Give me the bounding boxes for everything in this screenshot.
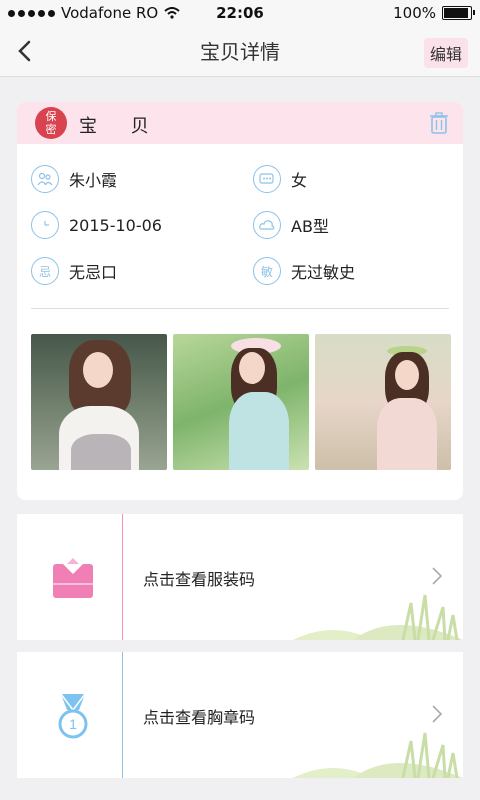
allergy-row: 敏 无过敏史 [253,254,355,288]
badge-code-row[interactable]: 1 点击查看胸章码 [17,652,463,778]
birthday-value: 2015-10-06 [69,215,162,235]
clothing-code-label: 点击查看服装码 [143,570,256,589]
clothing-icon [53,558,93,598]
accent-line-blue [122,652,123,778]
profile-header: 保密 宝 贝 [17,102,463,144]
badge-medal-icon: 1 [58,693,88,739]
clothing-code-row[interactable]: 点击查看服装码 [17,514,463,640]
gender-icon [253,165,281,193]
parent-name: 朱小霞 [69,171,118,190]
chevron-right-icon [432,705,443,723]
allergy-value: 无过敏史 [291,263,356,282]
diet-row: 忌 无忌口 [31,254,117,288]
divider [31,308,449,309]
parents-icon [31,165,59,193]
baby-name: 宝 贝 [79,116,163,137]
grass-decoration [293,594,463,640]
trash-icon[interactable] [429,112,449,134]
parent-row: 朱小霞 [31,162,117,196]
battery-group: 100% [393,4,475,22]
nav-bar: 宝贝详情 编辑 [0,26,480,77]
photo-3[interactable] [315,334,451,470]
baby-profile-card: 保密 宝 贝 朱小霞 女 2015-10-06 AB型 忌 无忌口 敏 无过敏史 [17,102,463,500]
blood-type-row: AB型 [253,208,329,242]
battery-percent: 100% [393,4,436,22]
secret-seal-icon: 保密 [35,107,67,139]
gender-value: 女 [291,171,308,190]
edit-button[interactable]: 编辑 [423,38,468,68]
chevron-right-icon [432,567,443,585]
photo-gallery [31,334,451,470]
allergy-icon: 敏 [253,257,281,285]
blood-type-icon [253,211,281,239]
diet-value: 无忌口 [69,263,118,282]
grass-decoration [293,732,463,778]
status-bar: Vodafone RO 22:06 100% [0,0,480,26]
blood-type-value: AB型 [291,217,329,236]
avoid-icon: 忌 [31,257,59,285]
clock-icon [31,211,59,239]
birthday-row: 2015-10-06 [31,208,162,242]
photo-1[interactable] [31,334,167,470]
badge-code-label: 点击查看胸章码 [143,708,256,727]
photo-2[interactable] [173,334,309,470]
svg-text:1: 1 [69,716,77,732]
battery-icon [442,6,475,20]
accent-line-pink [122,514,123,640]
gender-row: 女 [253,162,307,196]
page-title: 宝贝详情 [200,40,280,64]
